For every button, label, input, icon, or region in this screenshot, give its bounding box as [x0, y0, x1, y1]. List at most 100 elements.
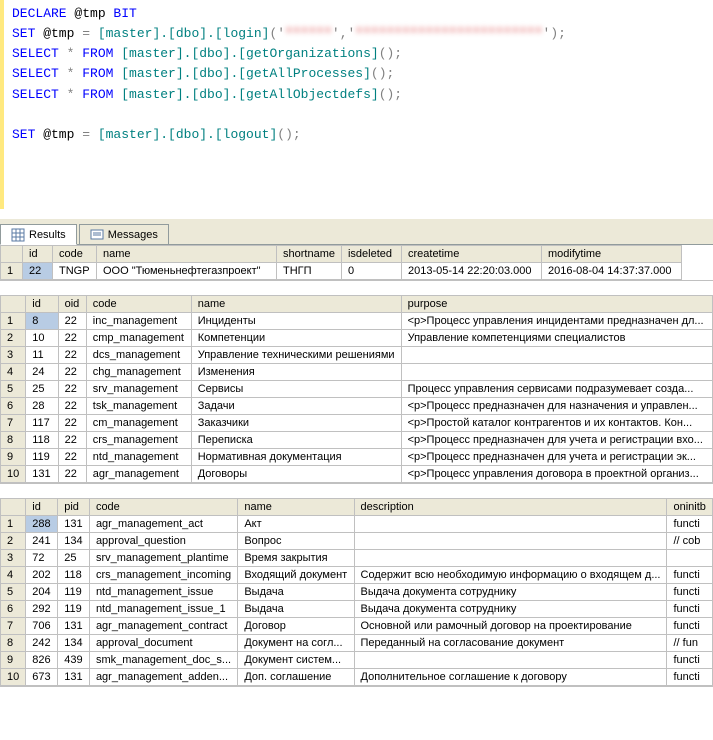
row-number[interactable]: 8	[1, 635, 26, 652]
cell[interactable]: 119	[58, 584, 90, 601]
col-header[interactable]: shortname	[277, 246, 342, 263]
row-number[interactable]: 3	[1, 550, 26, 567]
cell[interactable]: Выдача	[238, 601, 354, 618]
cell[interactable]: ООО "Тюменьнефтегазпроект"	[97, 263, 277, 280]
col-header[interactable]: id	[26, 499, 58, 516]
cell[interactable]: 706	[26, 618, 58, 635]
cell[interactable]: functi	[667, 601, 713, 618]
cell[interactable]: 288	[26, 516, 58, 533]
table-row[interactable]: 10673131agr_management_adden...Доп. согл…	[1, 669, 713, 686]
col-header[interactable]: code	[89, 499, 237, 516]
cell[interactable]: <p>Процесс предназначен для назначения и…	[401, 398, 712, 415]
results-grid-1[interactable]: id code name shortname isdeleted createt…	[0, 245, 713, 281]
cell[interactable]: 10	[26, 330, 58, 347]
results-grid-3[interactable]: id pid code name description oninitb 128…	[0, 498, 713, 687]
row-number[interactable]: 1	[1, 313, 26, 330]
cell[interactable]: <p>Процесс управления инцидентами предна…	[401, 313, 712, 330]
table-row[interactable]: 1822inc_managementИнциденты<p>Процесс уп…	[1, 313, 713, 330]
cell[interactable]: 118	[26, 432, 58, 449]
cell[interactable]: 439	[58, 652, 90, 669]
cell[interactable]: agr_management_contract	[89, 618, 237, 635]
cell[interactable]: ТНГП	[277, 263, 342, 280]
cell[interactable]: Документ систем...	[238, 652, 354, 669]
cell[interactable]: functi	[667, 669, 713, 686]
cell[interactable]: cmp_management	[86, 330, 191, 347]
cell[interactable]: 118	[58, 567, 90, 584]
row-number[interactable]: 7	[1, 618, 26, 635]
cell[interactable]: 134	[58, 533, 90, 550]
table-row[interactable]: 911922ntd_managementНормативная документ…	[1, 449, 713, 466]
cell[interactable]: Нормативная документация	[191, 449, 401, 466]
table-row[interactable]: 8242134approval_documentДокумент на согл…	[1, 635, 713, 652]
cell[interactable]	[667, 550, 713, 567]
cell[interactable]: functi	[667, 567, 713, 584]
cell[interactable]: functi	[667, 584, 713, 601]
cell[interactable]: smk_management_doc_s...	[89, 652, 237, 669]
cell[interactable]: Дополнительное соглашение к договору	[354, 669, 667, 686]
cell[interactable]: Договоры	[191, 466, 401, 483]
table-row[interactable]: 811822crs_managementПереписка<p>Процесс …	[1, 432, 713, 449]
cell[interactable]: 131	[58, 669, 90, 686]
cell[interactable]: 673	[26, 669, 58, 686]
col-header[interactable]: modifytime	[541, 246, 681, 263]
cell[interactable]: Входящий документ	[238, 567, 354, 584]
cell[interactable]	[401, 347, 712, 364]
col-header[interactable]: purpose	[401, 296, 712, 313]
cell[interactable]: Изменения	[191, 364, 401, 381]
table-row[interactable]: 1013122agr_managementДоговоры<p>Процесс …	[1, 466, 713, 483]
cell[interactable]: Акт	[238, 516, 354, 533]
col-header[interactable]: createtime	[401, 246, 541, 263]
table-row[interactable]: 122TNGPООО "Тюменьнефтегазпроект"ТНГП020…	[1, 263, 682, 280]
cell[interactable]: srv_management_plantime	[89, 550, 237, 567]
col-header[interactable]: id	[26, 296, 58, 313]
cell[interactable]: 241	[26, 533, 58, 550]
row-number[interactable]: 5	[1, 584, 26, 601]
cell[interactable]: Выдача документа сотруднику	[354, 601, 667, 618]
row-number[interactable]: 7	[1, 415, 26, 432]
cell[interactable]: 204	[26, 584, 58, 601]
table-row[interactable]: 6292119ntd_management_issue_1ВыдачаВыдач…	[1, 601, 713, 618]
cell[interactable]: 22	[58, 449, 86, 466]
table-row[interactable]: 31122dcs_managementУправление технически…	[1, 347, 713, 364]
table-row[interactable]: 1288131agr_management_actАктfuncti	[1, 516, 713, 533]
row-number[interactable]: 9	[1, 652, 26, 669]
cell[interactable]: 22	[58, 466, 86, 483]
cell[interactable]	[354, 550, 667, 567]
col-header[interactable]: id	[23, 246, 53, 263]
cell[interactable]: 22	[58, 313, 86, 330]
cell[interactable]: agr_management_act	[89, 516, 237, 533]
cell[interactable]: 22	[58, 364, 86, 381]
row-number[interactable]: 4	[1, 567, 26, 584]
cell[interactable]: Компетенции	[191, 330, 401, 347]
cell[interactable]: 8	[26, 313, 58, 330]
table-row[interactable]: 62822tsk_managementЗадачи<p>Процесс пред…	[1, 398, 713, 415]
cell[interactable]: Сервисы	[191, 381, 401, 398]
cell[interactable]: Основной или рамочный договор на проекти…	[354, 618, 667, 635]
cell[interactable]: 22	[58, 347, 86, 364]
cell[interactable]: // cob	[667, 533, 713, 550]
row-number[interactable]: 1	[1, 263, 23, 280]
cell[interactable]: Выдача	[238, 584, 354, 601]
tab-messages[interactable]: Messages	[79, 224, 169, 244]
row-number[interactable]: 5	[1, 381, 26, 398]
cell[interactable]: crs_management_incoming	[89, 567, 237, 584]
cell[interactable]: 28	[26, 398, 58, 415]
cell[interactable]: srv_management	[86, 381, 191, 398]
cell[interactable]: 119	[26, 449, 58, 466]
col-header[interactable]: oninitb	[667, 499, 713, 516]
cell[interactable]: 131	[58, 516, 90, 533]
table-row[interactable]: 21022cmp_managementКомпетенцииУправление…	[1, 330, 713, 347]
cell[interactable]: Доп. соглашение	[238, 669, 354, 686]
cell[interactable]: approval_document	[89, 635, 237, 652]
cell[interactable]: 22	[58, 330, 86, 347]
cell[interactable]: agr_management_adden...	[89, 669, 237, 686]
table-row[interactable]: 2241134approval_questionВопрос// cob	[1, 533, 713, 550]
cell[interactable]: dcs_management	[86, 347, 191, 364]
cell[interactable]: Процесс управления сервисами подразумева…	[401, 381, 712, 398]
col-header[interactable]: description	[354, 499, 667, 516]
table-row[interactable]: 52522srv_managementСервисыПроцесс управл…	[1, 381, 713, 398]
table-row[interactable]: 4202118crs_management_incomingВходящий д…	[1, 567, 713, 584]
cell[interactable]: 22	[58, 398, 86, 415]
cell[interactable]: Инциденты	[191, 313, 401, 330]
cell[interactable]: 11	[26, 347, 58, 364]
